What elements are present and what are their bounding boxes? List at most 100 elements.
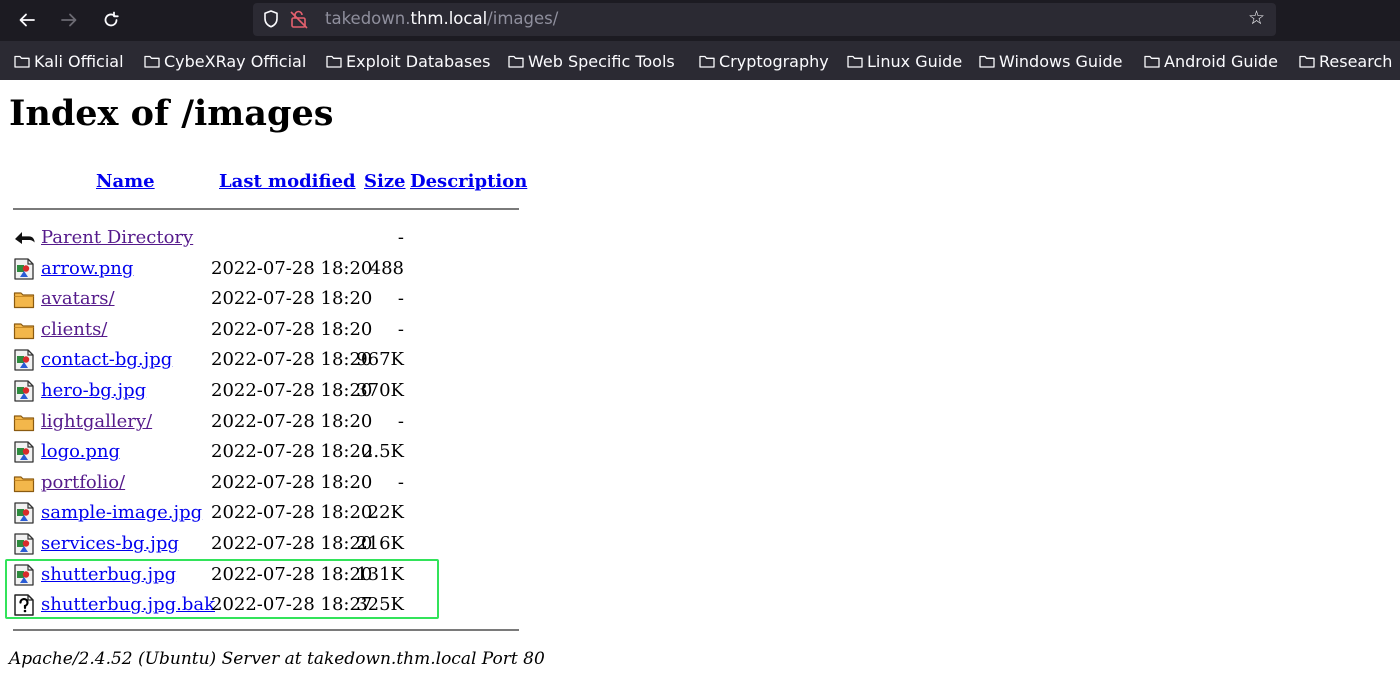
image-icon[interactable] (13, 441, 35, 467)
folder-icon (14, 55, 30, 68)
folder-icon (699, 55, 715, 68)
file-link[interactable]: portfolio/ (41, 471, 125, 495)
last-modified-cell: 2022-07-28 18:20 (211, 319, 373, 340)
size-cell: 216K (356, 533, 404, 554)
bookmark-folder-cybexray-official[interactable]: CybeXRay Official (144, 51, 306, 71)
shield-icon[interactable] (262, 9, 280, 33)
file-link[interactable]: clients/ (41, 318, 107, 342)
insecure-lock-icon[interactable] (288, 8, 310, 34)
last-modified-cell: 2022-07-28 18:20 (211, 288, 373, 309)
folder-icon[interactable] (13, 319, 35, 345)
last-modified-cell: 2022-07-28 18:20 (211, 380, 373, 401)
folder-icon[interactable] (13, 411, 35, 437)
table-row: contact-bg.jpg 2022-07-28 18:20 967K (0, 348, 520, 378)
table-row: avatars/2022-07-28 18:20 - (0, 287, 520, 317)
folder-icon (847, 55, 863, 68)
bookmark-label: Kali Official (34, 51, 124, 71)
table-row: Parent Directory - (0, 226, 520, 256)
size-cell: - (397, 472, 404, 493)
file-link[interactable]: contact-bg.jpg (41, 348, 172, 372)
bookmarks-toolbar: Kali Official CybeXRay Official Exploit … (0, 41, 1400, 80)
table-row: lightgallery/2022-07-28 18:20 - (0, 410, 520, 440)
last-modified-cell: 2022-07-28 18:20 (211, 533, 373, 554)
reload-button[interactable] (97, 6, 125, 34)
folder-icon (1144, 55, 1160, 68)
size-cell: - (397, 288, 404, 309)
bookmark-label: Research (1319, 51, 1393, 71)
back-button[interactable] (13, 6, 41, 34)
url-path: /images/ (487, 9, 559, 28)
forward-button[interactable] (55, 6, 83, 34)
folder-icon[interactable] (13, 288, 35, 314)
bookmark-folder-web-specific-tools[interactable]: Web Specific Tools (508, 51, 675, 71)
last-modified-cell: 2022-07-28 18:20 (211, 441, 373, 462)
image-icon[interactable] (13, 502, 35, 528)
file-link[interactable]: services-bg.jpg (41, 532, 179, 556)
size-cell: - (397, 319, 404, 340)
file-link[interactable]: Parent Directory (41, 226, 193, 250)
file-link[interactable]: avatars/ (41, 287, 115, 311)
bookmark-label: Web Specific Tools (528, 51, 675, 71)
column-header-name[interactable]: Name (96, 170, 155, 194)
folder-icon (979, 55, 995, 68)
image-icon[interactable] (13, 258, 35, 284)
column-header-description[interactable]: Description (410, 170, 527, 194)
table-row: sample-image.jpg 2022-07-28 18:20 22K (0, 501, 520, 531)
address-bar[interactable]: takedown.thm.local/images/ ☆ (253, 3, 1276, 36)
bookmark-folder-cryptography[interactable]: Cryptography (699, 51, 829, 71)
url-host: thm.local (410, 9, 488, 28)
last-modified-cell: 2022-07-28 18:20 (211, 411, 373, 432)
column-header-size[interactable]: Size (364, 170, 406, 194)
table-row: clients/2022-07-28 18:20 - (0, 318, 520, 348)
file-link[interactable]: arrow.png (41, 257, 133, 281)
url-subdomain: takedown. (325, 9, 411, 28)
back-icon[interactable] (13, 227, 37, 253)
bookmark-folder-windows-guide[interactable]: Windows Guide (979, 51, 1123, 71)
image-icon[interactable] (13, 533, 35, 559)
arrow-right-icon (61, 13, 77, 27)
table-divider-bottom (13, 629, 519, 631)
table-divider-top (13, 208, 519, 210)
size-cell: 2.5K (361, 441, 404, 462)
file-link[interactable]: sample-image.jpg (41, 501, 202, 525)
highlight-box (5, 559, 439, 619)
bookmark-label: Cryptography (719, 51, 829, 71)
folder-icon (326, 55, 342, 68)
bookmark-folder-kali-official[interactable]: Kali Official (14, 51, 124, 71)
last-modified-cell: 2022-07-28 18:20 (211, 258, 373, 279)
bookmark-folder-android-guide[interactable]: Android Guide (1144, 51, 1278, 71)
bookmark-label: Windows Guide (999, 51, 1123, 71)
page-title: Index of /images (9, 93, 334, 134)
folder-icon (508, 55, 524, 68)
bookmark-star-icon[interactable]: ☆ (1248, 7, 1265, 29)
table-row: hero-bg.jpg 2022-07-28 18:20 370K (0, 379, 520, 409)
bookmark-folder-research[interactable]: Research (1299, 51, 1392, 71)
last-modified-cell: 2022-07-28 18:20 (211, 349, 373, 370)
arrow-left-icon (19, 13, 35, 27)
size-cell: - (397, 411, 404, 432)
browser-toolbar: takedown.thm.local/images/ ☆ (0, 0, 1400, 41)
table-row: portfolio/2022-07-28 18:20 - (0, 471, 520, 501)
table-row: logo.png 2022-07-28 18:20 2.5K (0, 440, 520, 470)
file-link[interactable]: lightgallery/ (41, 410, 152, 434)
table-row: services-bg.jpg 2022-07-28 18:20 216K (0, 532, 520, 562)
bookmark-folder-linux-guide[interactable]: Linux Guide (847, 51, 962, 71)
image-icon[interactable] (13, 380, 35, 406)
bookmark-label: Android Guide (1164, 51, 1278, 71)
folder-icon[interactable] (13, 472, 35, 498)
folder-icon (144, 55, 160, 68)
server-signature: Apache/2.4.52 (Ubuntu) Server at takedow… (9, 649, 545, 669)
column-header-last-modified[interactable]: Last modified (219, 170, 356, 194)
folder-icon (1299, 55, 1315, 68)
image-icon[interactable] (13, 349, 35, 375)
file-link[interactable]: logo.png (41, 440, 120, 464)
bookmark-label: Linux Guide (867, 51, 963, 71)
size-cell: 967K (356, 349, 404, 370)
file-link[interactable]: hero-bg.jpg (41, 379, 146, 403)
table-row: arrow.png 2022-07-28 18:20 488 (0, 257, 520, 287)
bookmark-folder-exploit-databases[interactable]: Exploit Databases (326, 51, 490, 71)
reload-icon (104, 11, 119, 27)
url-text[interactable]: takedown.thm.local/images/ (325, 9, 558, 29)
size-cell: 370K (356, 380, 404, 401)
bookmark-label: CybeXRay Official (164, 51, 307, 71)
